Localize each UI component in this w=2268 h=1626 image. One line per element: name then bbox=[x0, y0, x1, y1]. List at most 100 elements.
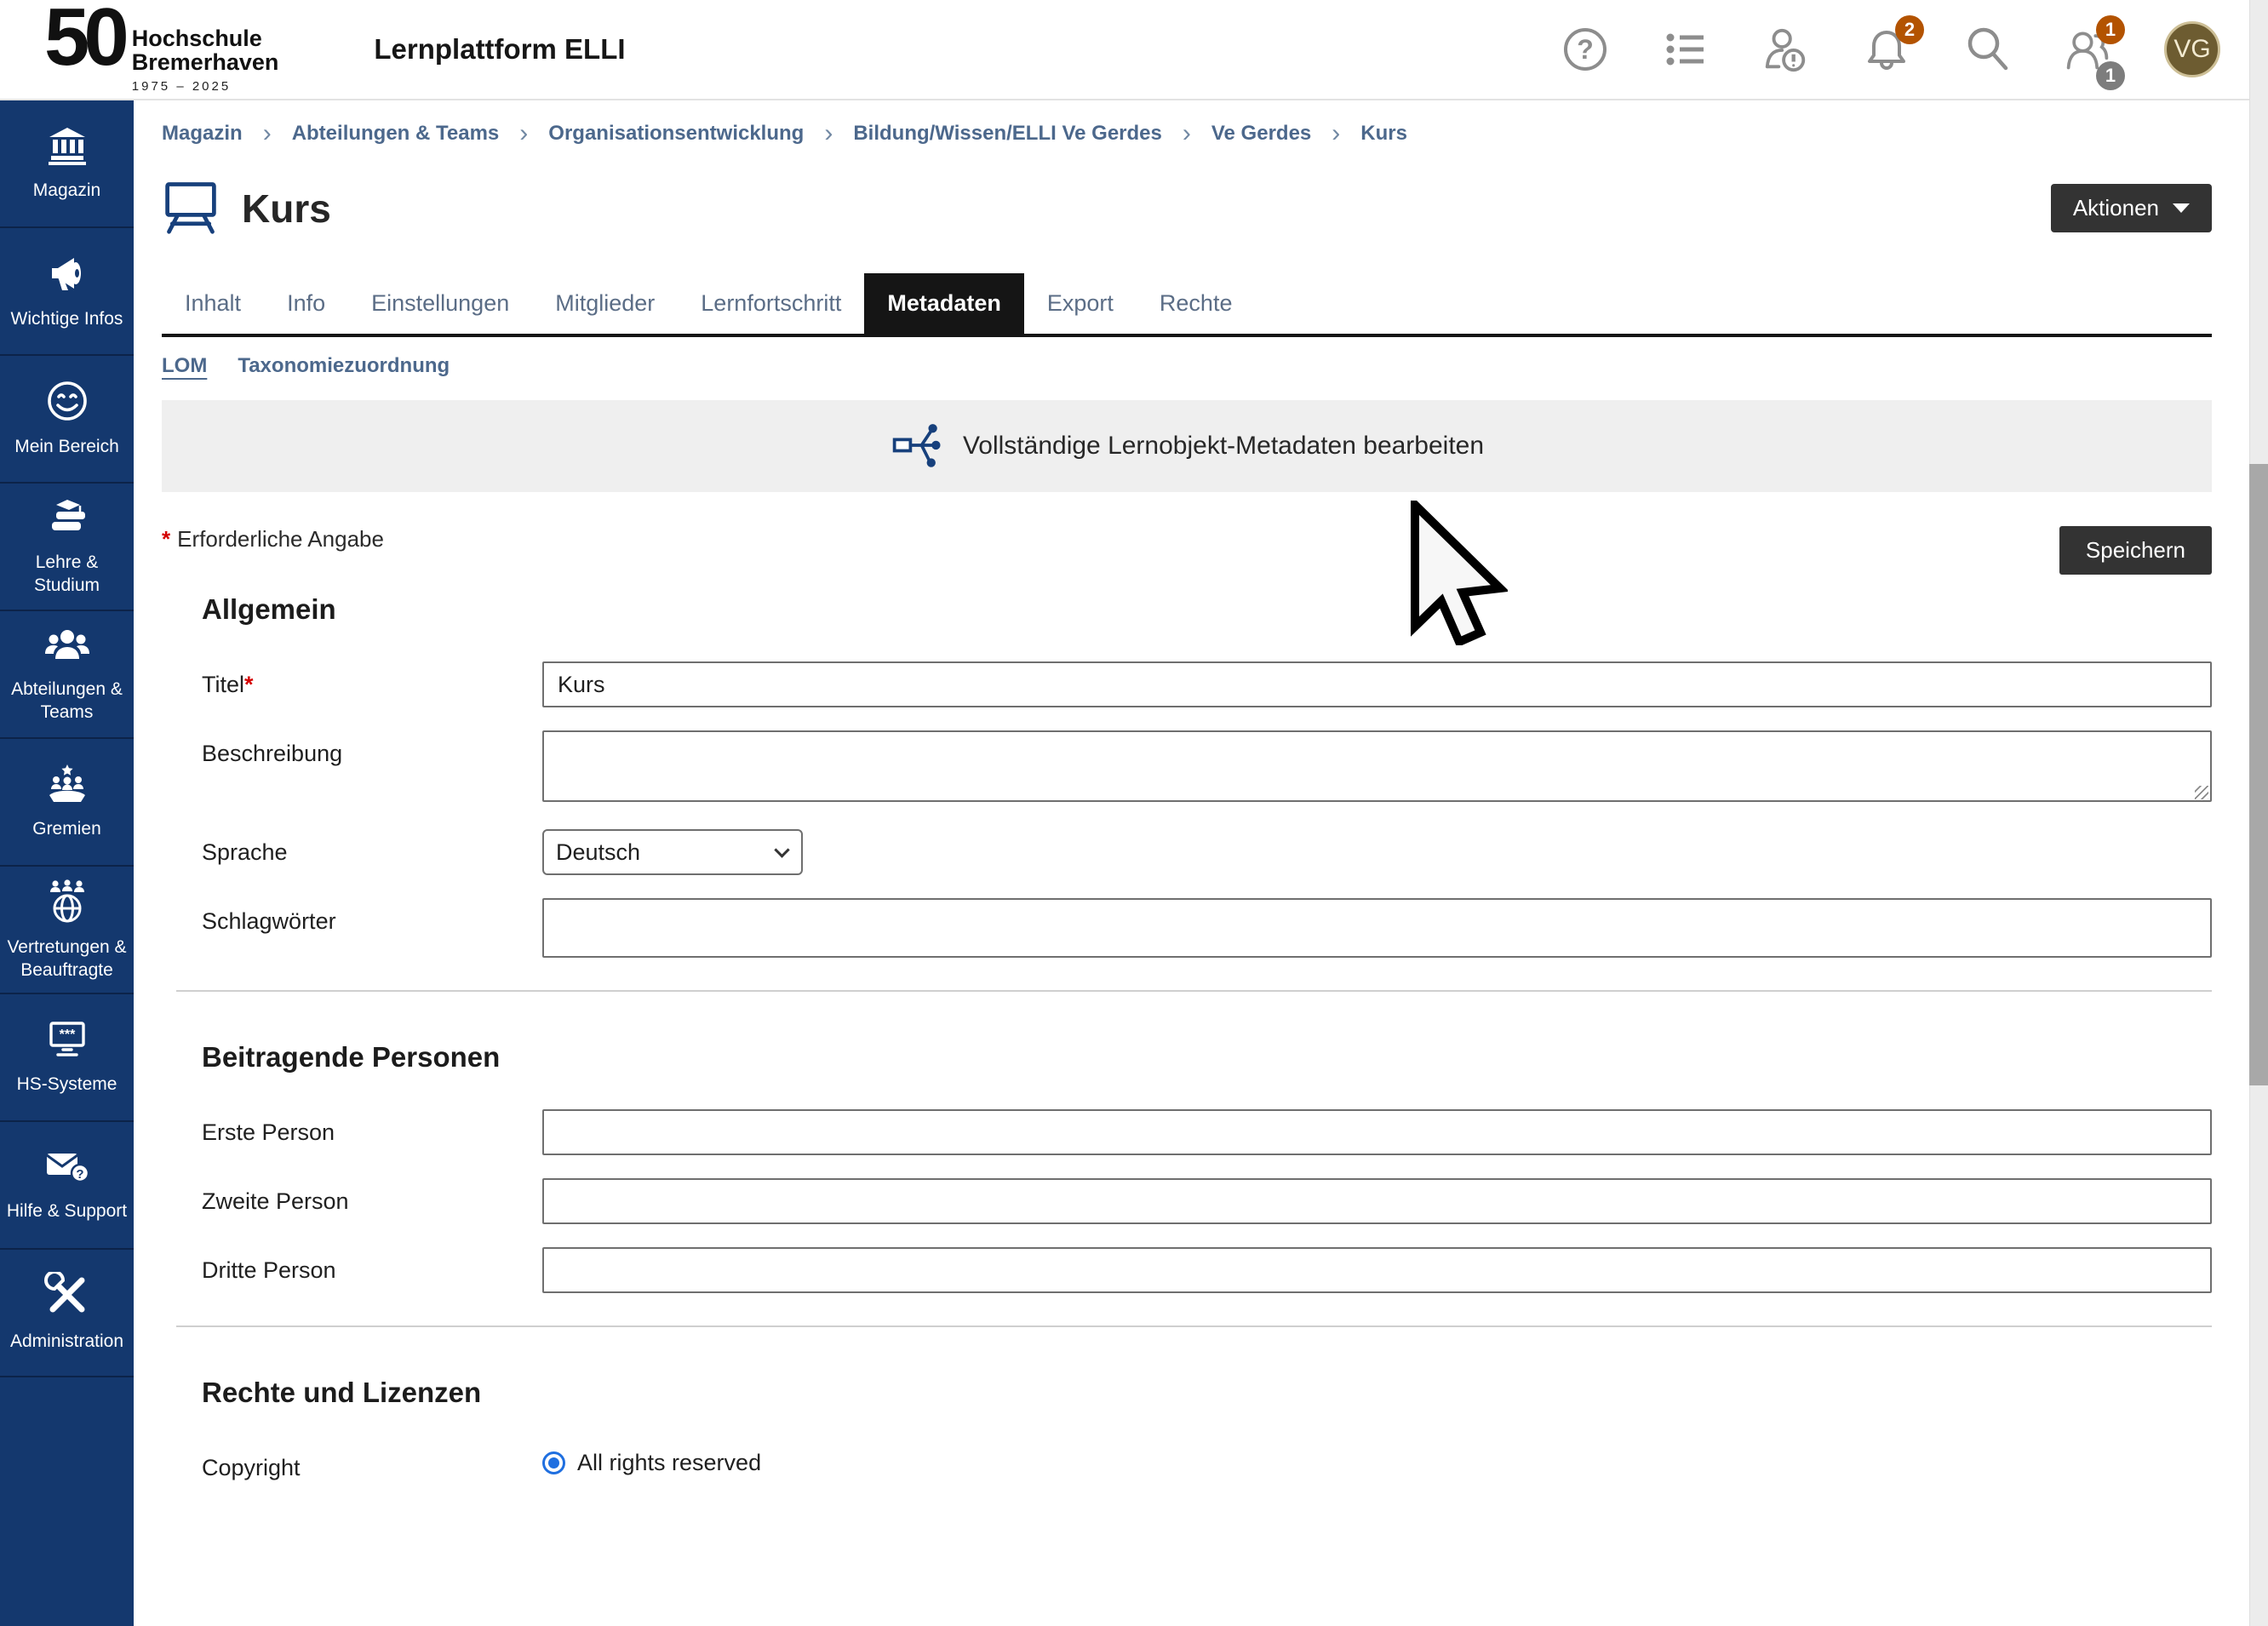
breadcrumb-item[interactable]: Bildung/Wissen/ELLI Ve Gerdes bbox=[853, 122, 1162, 146]
form-row-erste-person: Erste Person bbox=[162, 1109, 2212, 1155]
breadcrumb: Magazin › Abteilungen & Teams › Organisa… bbox=[162, 119, 2212, 148]
user-status-icon[interactable] bbox=[1762, 26, 1810, 73]
breadcrumb-separator: › bbox=[1183, 119, 1191, 148]
tools-icon bbox=[44, 1272, 90, 1322]
dritte-person-label: Dritte Person bbox=[202, 1247, 542, 1284]
caret-down-icon bbox=[2173, 203, 2190, 213]
sidebar-item-label: Hilfe & Support bbox=[7, 1200, 127, 1222]
sidebar-item-label: Gremien bbox=[32, 818, 101, 840]
sidebar-item-label: Wichtige Infos bbox=[11, 308, 123, 330]
required-hint: *Erforderliche Angabe bbox=[162, 526, 384, 552]
svg-text:***: *** bbox=[59, 1028, 75, 1042]
copyright-radio-selected[interactable] bbox=[542, 1451, 565, 1474]
tab-metadaten[interactable]: Metadaten bbox=[864, 273, 1024, 334]
scrollbar-thumb[interactable] bbox=[2249, 464, 2268, 1085]
sidebar-item-label: Magazin bbox=[33, 180, 100, 202]
help-icon[interactable]: ? bbox=[1561, 26, 1609, 73]
tab-rechte[interactable]: Rechte bbox=[1137, 273, 1256, 334]
sidebar-item-wichtige-infos[interactable]: Wichtige Infos bbox=[0, 228, 134, 356]
form-row-titel: Titel* bbox=[162, 661, 2212, 707]
section-divider bbox=[176, 990, 2212, 992]
sidebar-item-label: Mein Bereich bbox=[14, 436, 119, 458]
copyright-radio-label: All rights reserved bbox=[577, 1450, 761, 1476]
beschreibung-textarea[interactable] bbox=[542, 730, 2212, 802]
sidebar-item-label: HS-Systeme bbox=[17, 1074, 117, 1096]
zweite-person-input[interactable] bbox=[542, 1178, 2212, 1224]
breadcrumb-item[interactable]: Ve Gerdes bbox=[1211, 122, 1311, 146]
mail-question-icon: ? bbox=[43, 1147, 91, 1192]
schlagwoerter-input[interactable] bbox=[542, 898, 2212, 958]
aktionen-button[interactable]: Aktionen bbox=[2051, 184, 2212, 232]
sidebar-item-mein-bereich[interactable]: Mein Bereich bbox=[0, 356, 134, 484]
breadcrumb-item[interactable]: Abteilungen & Teams bbox=[292, 122, 500, 146]
sidebar-item-administration[interactable]: Administration bbox=[0, 1250, 134, 1377]
sidebar-item-magazin[interactable]: Magazin bbox=[0, 100, 134, 228]
tab-export[interactable]: Export bbox=[1024, 273, 1137, 334]
tab-mitglieder[interactable]: Mitglieder bbox=[532, 273, 678, 334]
svg-text:?: ? bbox=[76, 1167, 83, 1182]
tab-inhalt[interactable]: Inhalt bbox=[162, 273, 264, 334]
sidebar-item-label: Lehre & Studium bbox=[3, 552, 130, 597]
notification-count-badge: 2 bbox=[1895, 15, 1924, 44]
speichern-button[interactable]: Speichern bbox=[2059, 526, 2212, 575]
committee-icon bbox=[44, 763, 90, 810]
hochschule-bremerhaven-logo[interactable]: 50 Hochschule Bremerhaven 1975 – 2025 bbox=[44, 5, 278, 93]
sidebar-item-gremien[interactable]: Gremien bbox=[0, 739, 134, 867]
sprache-label: Sprache bbox=[202, 829, 542, 866]
sidebar-item-hs-systeme[interactable]: *** HS-Systeme bbox=[0, 994, 134, 1122]
logo-50-text: 50 bbox=[44, 5, 123, 71]
app-title: Lernplattform ELLI bbox=[374, 33, 625, 66]
sidebar-item-vertretungen-beauftragte[interactable]: Vertretungen & Beauftragte bbox=[0, 867, 134, 994]
contacts-online-badge: 1 bbox=[2096, 61, 2125, 90]
tab-info[interactable]: Info bbox=[264, 273, 348, 334]
breadcrumb-separator: › bbox=[263, 119, 272, 148]
contacts-icon[interactable]: 1 1 bbox=[2064, 26, 2111, 73]
titel-label: Titel* bbox=[202, 661, 542, 698]
sidebar-item-hilfe-support[interactable]: ? Hilfe & Support bbox=[0, 1122, 134, 1250]
search-icon[interactable] bbox=[1963, 26, 2011, 73]
main-content: Magazin › Abteilungen & Teams › Organisa… bbox=[134, 100, 2249, 1626]
breadcrumb-separator: › bbox=[519, 119, 528, 148]
breadcrumb-item[interactable]: Kurs bbox=[1360, 122, 1407, 146]
tab-einstellungen[interactable]: Einstellungen bbox=[348, 273, 532, 334]
breadcrumb-separator: › bbox=[1332, 119, 1340, 148]
breadcrumb-item[interactable]: Magazin bbox=[162, 122, 243, 146]
titel-input[interactable] bbox=[542, 661, 2212, 707]
sprache-select[interactable]: Deutsch bbox=[542, 829, 803, 875]
metadata-edit-link[interactable]: Vollständige Lernobjekt-Metadaten bearbe… bbox=[963, 432, 1484, 461]
people-group-icon bbox=[44, 625, 90, 670]
subtab-lom[interactable]: LOM bbox=[162, 354, 207, 378]
tab-lernfortschritt[interactable]: Lernfortschritt bbox=[678, 273, 864, 334]
sidebar-item-abteilungen-teams[interactable]: Abteilungen & Teams bbox=[0, 611, 134, 739]
notifications-bell-icon[interactable]: 2 bbox=[1863, 26, 1910, 73]
metadata-edit-banner: Vollständige Lernobjekt-Metadaten bearbe… bbox=[162, 400, 2212, 492]
top-header: 50 Hochschule Bremerhaven 1975 – 2025 Le… bbox=[0, 0, 2268, 100]
copyright-radio-row: All rights reserved bbox=[542, 1445, 2212, 1476]
list-icon[interactable] bbox=[1662, 26, 1710, 73]
sidebar: Magazin Wichtige Infos Mein Bereich Lehr… bbox=[0, 100, 134, 1626]
form-row-schlagwoerter: Schlagwörter bbox=[162, 898, 2212, 958]
share-nodes-icon bbox=[890, 419, 941, 474]
subtab-taxonomiezuordnung[interactable]: Taxonomiezuordnung bbox=[238, 354, 450, 378]
user-avatar[interactable]: VG bbox=[2164, 21, 2220, 77]
svg-text:?: ? bbox=[1577, 34, 1594, 65]
smiley-icon bbox=[45, 379, 89, 427]
page-title-row: Kurs Aktionen bbox=[162, 177, 2212, 239]
radio-dot bbox=[548, 1457, 559, 1469]
dritte-person-input[interactable] bbox=[542, 1247, 2212, 1293]
logo-years: 1975 – 2025 bbox=[132, 79, 279, 94]
course-icon bbox=[162, 177, 220, 239]
zweite-person-label: Zweite Person bbox=[202, 1178, 542, 1215]
logo-line2: Bremerhaven bbox=[132, 51, 279, 75]
breadcrumb-item[interactable]: Organisationsentwicklung bbox=[548, 122, 804, 146]
breadcrumb-separator: › bbox=[824, 119, 833, 148]
page-title: Kurs bbox=[242, 186, 331, 232]
erste-person-input[interactable] bbox=[542, 1109, 2212, 1155]
required-marker: * bbox=[162, 526, 170, 552]
books-icon bbox=[44, 496, 90, 543]
sidebar-item-lehre-studium[interactable]: Lehre & Studium bbox=[0, 484, 134, 611]
tab-bar: Inhalt Info Einstellungen Mitglieder Ler… bbox=[162, 273, 2212, 337]
sidebar-item-label: Administration bbox=[10, 1331, 123, 1353]
sidebar-item-label: Vertretungen & Beauftragte bbox=[3, 936, 130, 982]
erste-person-label: Erste Person bbox=[202, 1109, 542, 1146]
